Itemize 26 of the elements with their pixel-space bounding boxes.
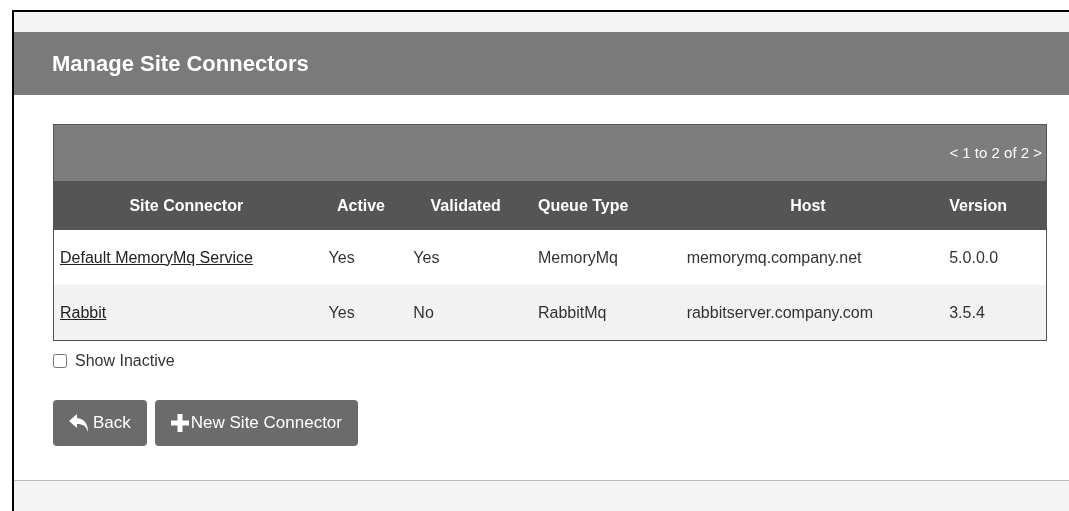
new-button[interactable]: New Site Connector: [154, 400, 358, 446]
checkbox-label: Show Inactive: [75, 351, 175, 371]
column-header[interactable]: Validated: [430, 196, 501, 214]
column-header[interactable]: Site Connector: [129, 196, 244, 214]
table-cell: Yes: [413, 248, 440, 266]
column-header[interactable]: Host: [790, 196, 826, 214]
column-header[interactable]: Queue Type: [538, 196, 629, 214]
table-cell: No: [413, 303, 434, 321]
table-cell: MemoryMq: [538, 248, 618, 266]
table-cell: rabbitserver.company.com: [686, 303, 874, 321]
back-button[interactable]: Back: [53, 400, 147, 446]
table-cell: RabbitMq: [538, 303, 607, 321]
connector-link[interactable]: Default MemoryMq Service: [60, 248, 253, 266]
table-cell: Yes: [328, 248, 355, 266]
reply-arrow-icon: [69, 414, 91, 432]
connector-link[interactable]: Rabbit: [60, 303, 107, 321]
table-cell: memorymq.company.net: [686, 248, 862, 266]
table-cell: 5.0.0.0: [949, 248, 999, 266]
checkbox[interactable]: [53, 354, 67, 368]
table-cell: 3.5.4: [949, 303, 985, 321]
column-header[interactable]: Active: [336, 196, 385, 214]
plus-icon: [170, 414, 189, 432]
pager-text: < 1 to 2 of 2 >: [949, 142, 1042, 163]
table-cell: Yes: [328, 303, 355, 321]
page-title: Manage Site Connectors: [52, 50, 309, 78]
column-header[interactable]: Version: [949, 196, 1007, 214]
